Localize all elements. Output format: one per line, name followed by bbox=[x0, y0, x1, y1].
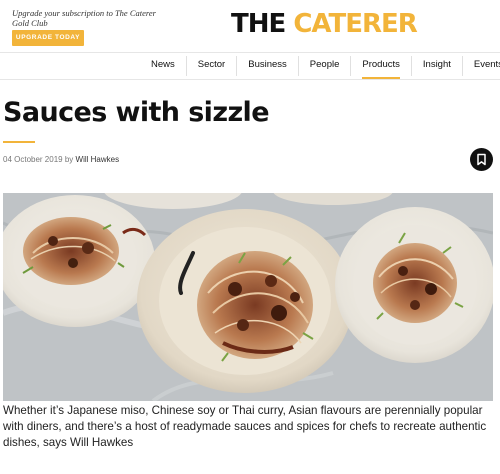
logo-word-caterer: CATERER bbox=[293, 9, 417, 39]
hero-image bbox=[3, 193, 493, 401]
nav-item-news[interactable]: News bbox=[140, 56, 186, 76]
nav-item-sector[interactable]: Sector bbox=[185, 56, 236, 76]
nav-item-products[interactable]: Products bbox=[350, 56, 411, 79]
nav-item-insight[interactable]: Insight bbox=[410, 56, 462, 76]
nav-item-people[interactable]: People bbox=[297, 56, 351, 76]
header-divider bbox=[0, 52, 500, 53]
nav-item-business[interactable]: Business bbox=[236, 56, 298, 76]
main-nav: News Sector Business People Products Ins… bbox=[140, 56, 500, 79]
publish-date: 04 October 2019 bbox=[3, 155, 63, 164]
bookmark-button[interactable] bbox=[470, 148, 493, 171]
upgrade-button[interactable]: UPGRADE TODAY bbox=[12, 30, 84, 46]
top-bar: Upgrade your subscription to The Caterer… bbox=[0, 0, 500, 52]
logo-word-the: THE bbox=[231, 9, 286, 39]
promo-text: Upgrade your subscription to The Caterer… bbox=[12, 8, 156, 28]
site-logo[interactable]: THE CATERER bbox=[231, 8, 418, 40]
hero-photo bbox=[3, 193, 493, 401]
headline-accent-rule bbox=[3, 141, 35, 143]
article-standfirst: Whether it’s Japanese miso, Chinese soy … bbox=[3, 404, 487, 449]
author-link[interactable]: Will Hawkes bbox=[76, 155, 120, 164]
byline-by: by bbox=[64, 155, 74, 164]
bookmark-icon bbox=[477, 153, 486, 166]
article-headline: Sauces with sizzle bbox=[3, 97, 270, 128]
byline: 04 October 2019 by Will Hawkes bbox=[3, 155, 119, 164]
nav-divider bbox=[0, 79, 500, 80]
nav-item-events[interactable]: Events bbox=[461, 56, 500, 76]
